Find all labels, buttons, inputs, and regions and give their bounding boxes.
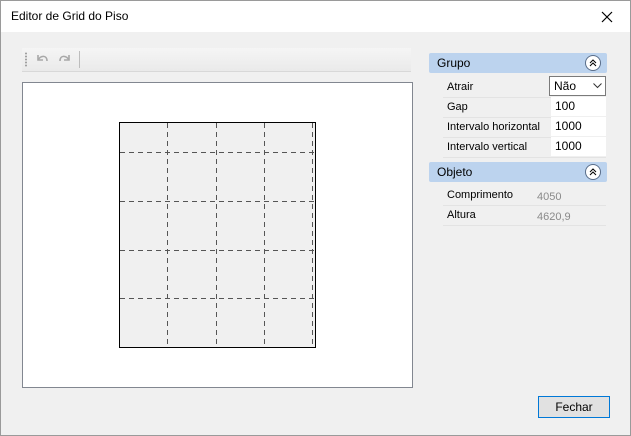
gap-field[interactable]: 100 <box>551 97 606 116</box>
chevron-down-icon <box>593 83 602 89</box>
property-row-intervalo-horizontal: Intervalo horizontal 1000 <box>443 117 606 138</box>
property-label: Gap <box>447 101 468 113</box>
property-row-altura: Altura 4620,9 <box>443 205 606 226</box>
fechar-button[interactable]: Fechar <box>538 396 610 418</box>
undo-button[interactable] <box>33 51 51 67</box>
property-label: Altura <box>447 209 476 221</box>
redo-icon <box>59 55 70 62</box>
floor-grid-editor-window: Editor de Grid do Piso Grupo Atrair Não … <box>0 0 631 436</box>
undo-icon <box>37 55 48 62</box>
property-label: Atrair <box>447 81 474 93</box>
redo-button[interactable] <box>56 51 74 67</box>
group-header-objeto[interactable]: Objeto <box>429 162 607 182</box>
collapse-button[interactable] <box>585 164 601 180</box>
property-row-comprimento: Comprimento 4050 <box>443 185 606 206</box>
toolbar <box>22 48 411 72</box>
collapse-button[interactable] <box>585 55 601 71</box>
horizontal-interval-field[interactable]: 1000 <box>551 117 606 136</box>
window-title: Editor de Grid do Piso <box>11 9 129 23</box>
atrair-select-value: Não <box>554 79 577 93</box>
close-icon <box>601 11 613 22</box>
toolbar-separator <box>79 51 80 68</box>
atrair-select[interactable]: Não <box>549 76 606 96</box>
property-label: Intervalo vertical <box>447 141 528 153</box>
property-row-gap: Gap 100 <box>443 97 606 118</box>
floor-outline <box>119 122 316 348</box>
chevron-up-double-icon <box>589 59 597 67</box>
window-close-button[interactable] <box>584 1 630 32</box>
chevron-up-double-icon <box>589 168 597 176</box>
group-title: Grupo <box>437 56 471 70</box>
property-label: Comprimento <box>447 189 514 201</box>
property-label: Intervalo horizontal <box>447 121 540 133</box>
property-row-intervalo-vertical: Intervalo vertical 1000 <box>443 137 606 158</box>
height-value: 4620,9 <box>537 211 571 223</box>
vertical-interval-field[interactable]: 1000 <box>551 137 606 156</box>
floor-grid-drawing[interactable] <box>119 122 318 349</box>
grid-canvas[interactable] <box>22 82 413 388</box>
title-bar: Editor de Grid do Piso <box>1 1 630 32</box>
group-header-grupo[interactable]: Grupo <box>429 53 607 73</box>
property-row-atrair: Atrair Não <box>443 76 606 98</box>
toolbar-grip[interactable] <box>25 52 27 67</box>
group-title: Objeto <box>437 165 473 179</box>
